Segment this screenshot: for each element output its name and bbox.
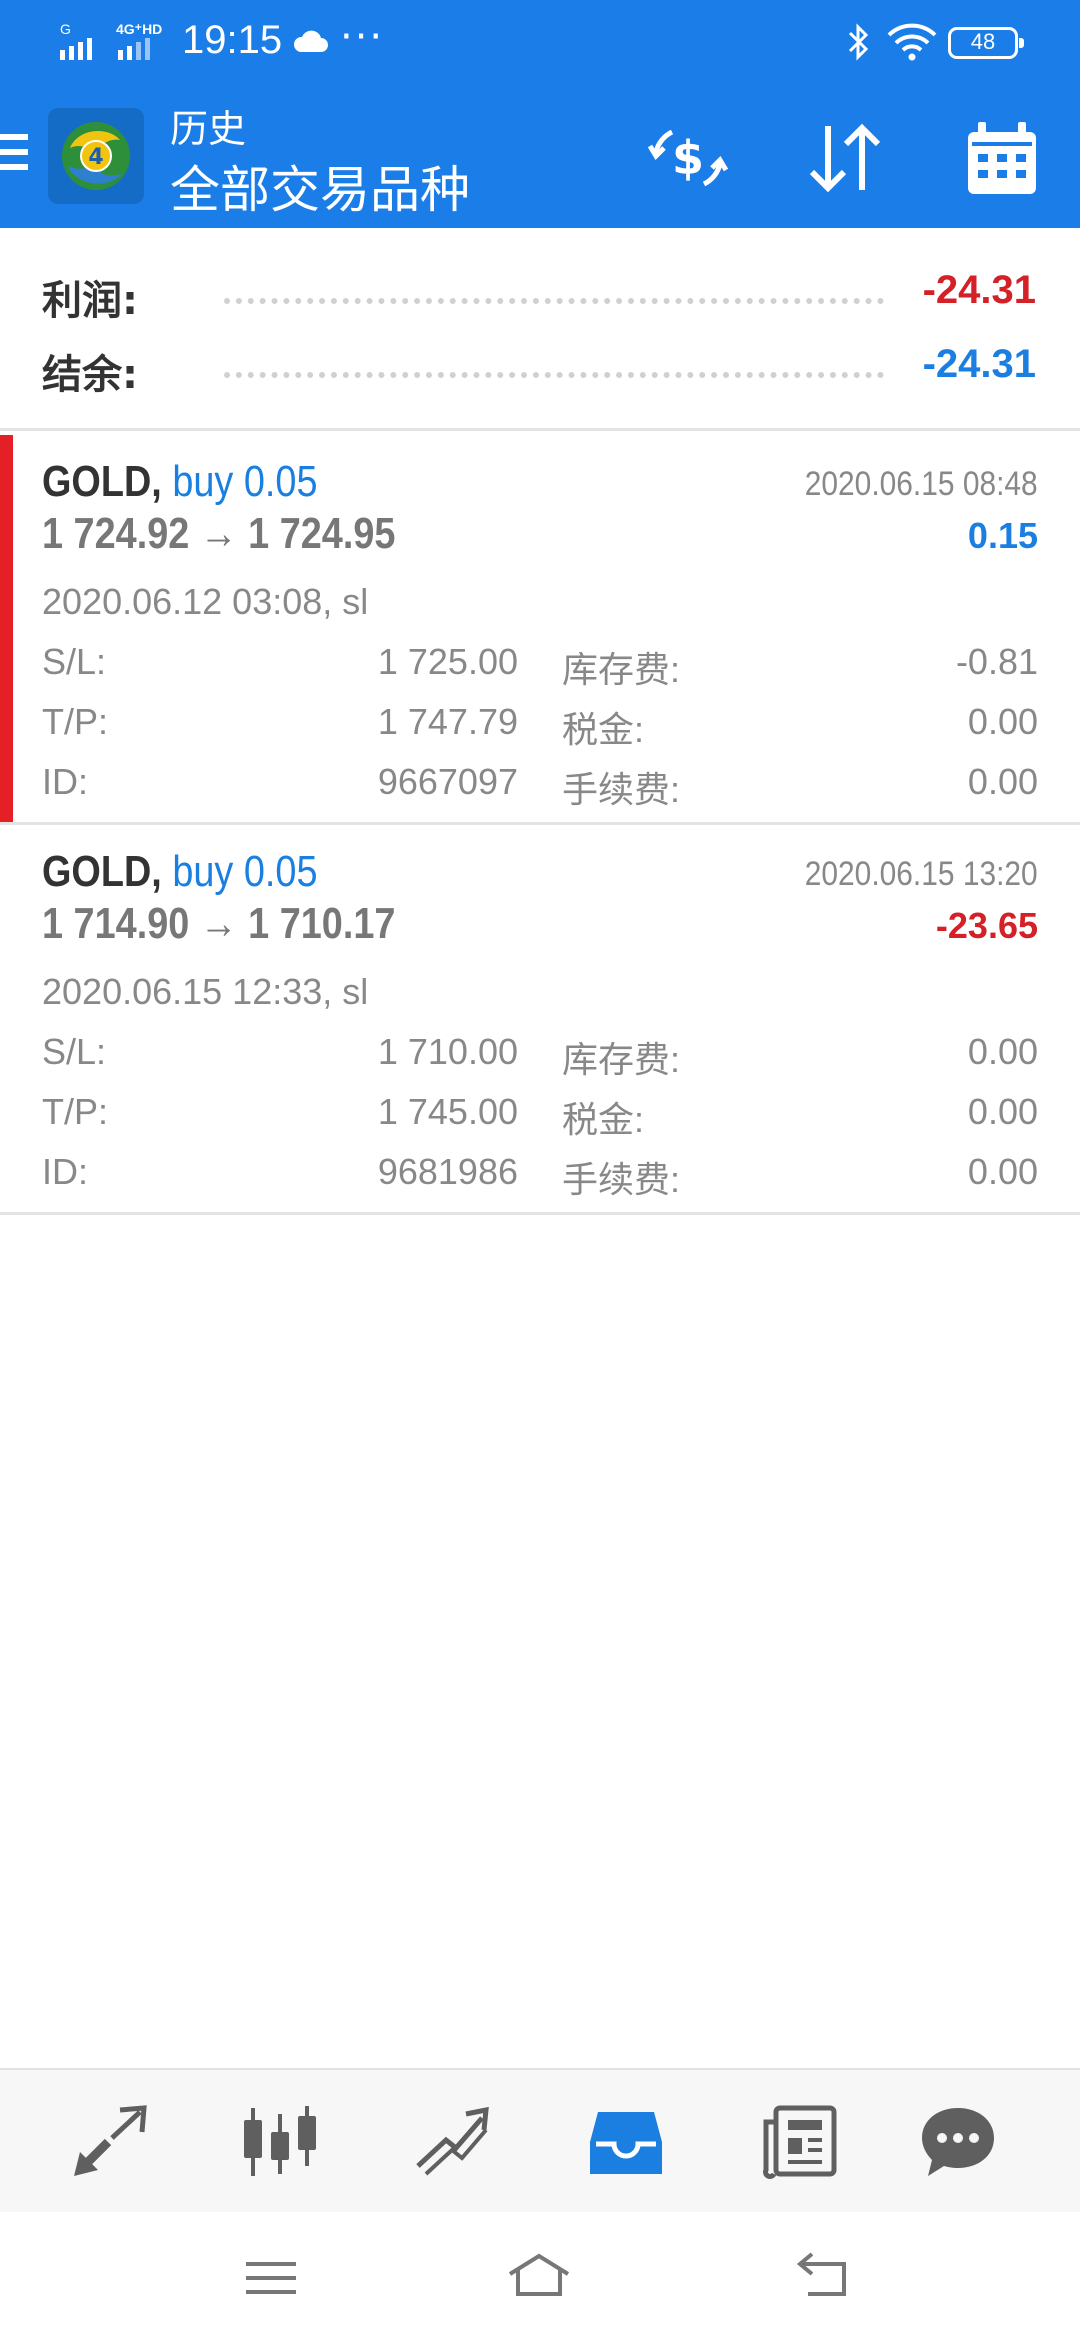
bottom-navigation: [0, 2068, 1080, 2212]
quotes-icon[interactable]: [70, 2104, 150, 2180]
swap-value: 0.00: [967, 1031, 1038, 1072]
svg-text:G: G: [60, 22, 71, 37]
sl-value: 1 710.00: [377, 1031, 518, 1072]
profit-summary-row: 利润: -24.31: [0, 262, 1080, 326]
calendar-icon[interactable]: [956, 118, 1048, 198]
toolbar-title: 历史: [170, 107, 247, 151]
tax-label: 税金:: [562, 1099, 645, 1140]
close-time: 2020.06.15 13:20: [805, 855, 1038, 893]
balance-summary-row: 结余: -24.31: [0, 336, 1080, 400]
leader-dots: [224, 298, 884, 304]
tp-label: T/P:: [42, 1091, 109, 1132]
deal-symbol: GOLD, buy 0.05: [42, 457, 318, 507]
symbol-name: GOLD,: [42, 847, 162, 896]
divider: [0, 1212, 1080, 1215]
clock: 19:15: [182, 18, 283, 62]
divider: [0, 428, 1080, 431]
sl-label: S/L:: [42, 641, 107, 682]
trade-icon[interactable]: [412, 2104, 492, 2180]
commission-value: 0.00: [967, 1151, 1038, 1192]
home-icon[interactable]: [504, 2250, 574, 2306]
battery-level: 48: [970, 29, 996, 54]
news-icon[interactable]: [760, 2104, 840, 2180]
svg-text:4: 4: [88, 145, 103, 170]
profit-value: -24.31: [922, 268, 1036, 312]
deal-type: buy 0.05: [172, 457, 318, 506]
open-time: 2020.06.12 03:08, sl: [42, 581, 369, 622]
id-value: 9667097: [377, 761, 518, 802]
currency-exchange-icon[interactable]: $: [642, 118, 734, 198]
selected-indicator: [0, 435, 13, 823]
id-value: 9681986: [377, 1151, 518, 1192]
deal-symbol: GOLD, buy 0.05: [42, 847, 318, 897]
commission-value: 0.00: [967, 761, 1038, 802]
svg-text:$: $: [672, 131, 704, 185]
symbol-name: GOLD,: [42, 457, 162, 506]
mt4-logo: 4: [48, 108, 144, 204]
signal-icon: G: [60, 22, 92, 60]
chat-icon[interactable]: [918, 2104, 998, 2180]
close-time: 2020.06.15 08:48: [805, 465, 1038, 503]
chart-icon[interactable]: [240, 2104, 320, 2180]
deal-prices: 1 724.92 → 1 724.95: [42, 509, 396, 558]
leader-dots: [224, 372, 884, 378]
tax-label: 税金:: [562, 709, 645, 750]
sl-value: 1 725.00: [377, 641, 518, 682]
tax-value: 0.00: [967, 1091, 1038, 1132]
back-icon[interactable]: [788, 2250, 858, 2306]
svg-text:4G⁺HD: 4G⁺HD: [116, 22, 162, 37]
deal-prices: 1 714.90 → 1 710.17: [42, 899, 396, 948]
recents-icon[interactable]: [236, 2250, 306, 2306]
commission-label: 手续费:: [562, 769, 681, 810]
balance-value: -24.31: [922, 342, 1036, 386]
deal-profit: -23.65: [935, 905, 1038, 946]
deal-row[interactable]: GOLD, buy 0.05 2020.06.15 13:20 1 714.90…: [0, 825, 1080, 1213]
swap-label: 库存费:: [562, 1039, 681, 1080]
tp-value: 1 745.00: [377, 1091, 518, 1132]
signal-4g-icon: 4G⁺HD: [116, 22, 162, 60]
balance-label: 结余:: [42, 352, 138, 398]
status-bar: G 4G⁺HD 19:15 ··· 48: [0, 0, 1080, 84]
id-label: ID:: [42, 761, 89, 802]
swap-label: 库存费:: [562, 649, 681, 690]
wifi-icon: [887, 23, 937, 61]
commission-label: 手续费:: [562, 1159, 681, 1200]
tax-value: 0.00: [967, 701, 1038, 742]
tp-value: 1 747.79: [377, 701, 518, 742]
symbol-filter[interactable]: 全部交易品种: [170, 150, 470, 222]
menu-icon[interactable]: [0, 134, 28, 178]
battery-icon: 48: [948, 27, 1024, 59]
sl-label: S/L:: [42, 1031, 107, 1072]
bluetooth-icon: [848, 23, 869, 61]
profit-label: 利润:: [42, 278, 138, 324]
tp-label: T/P:: [42, 701, 109, 742]
swap-value: -0.81: [955, 641, 1038, 682]
deal-type: buy 0.05: [172, 847, 318, 896]
system-navigation-bar: [0, 2212, 1080, 2340]
more-notifications: ···: [340, 14, 385, 60]
deal-row[interactable]: GOLD, buy 0.05 2020.06.15 08:48 1 724.92…: [0, 435, 1080, 823]
cloud-icon: [293, 30, 328, 52]
history-icon[interactable]: [586, 2104, 666, 2180]
open-time: 2020.06.15 12:33, sl: [42, 971, 369, 1012]
sort-icon[interactable]: [800, 118, 892, 198]
id-label: ID:: [42, 1151, 89, 1192]
deal-profit: 0.15: [967, 515, 1038, 556]
